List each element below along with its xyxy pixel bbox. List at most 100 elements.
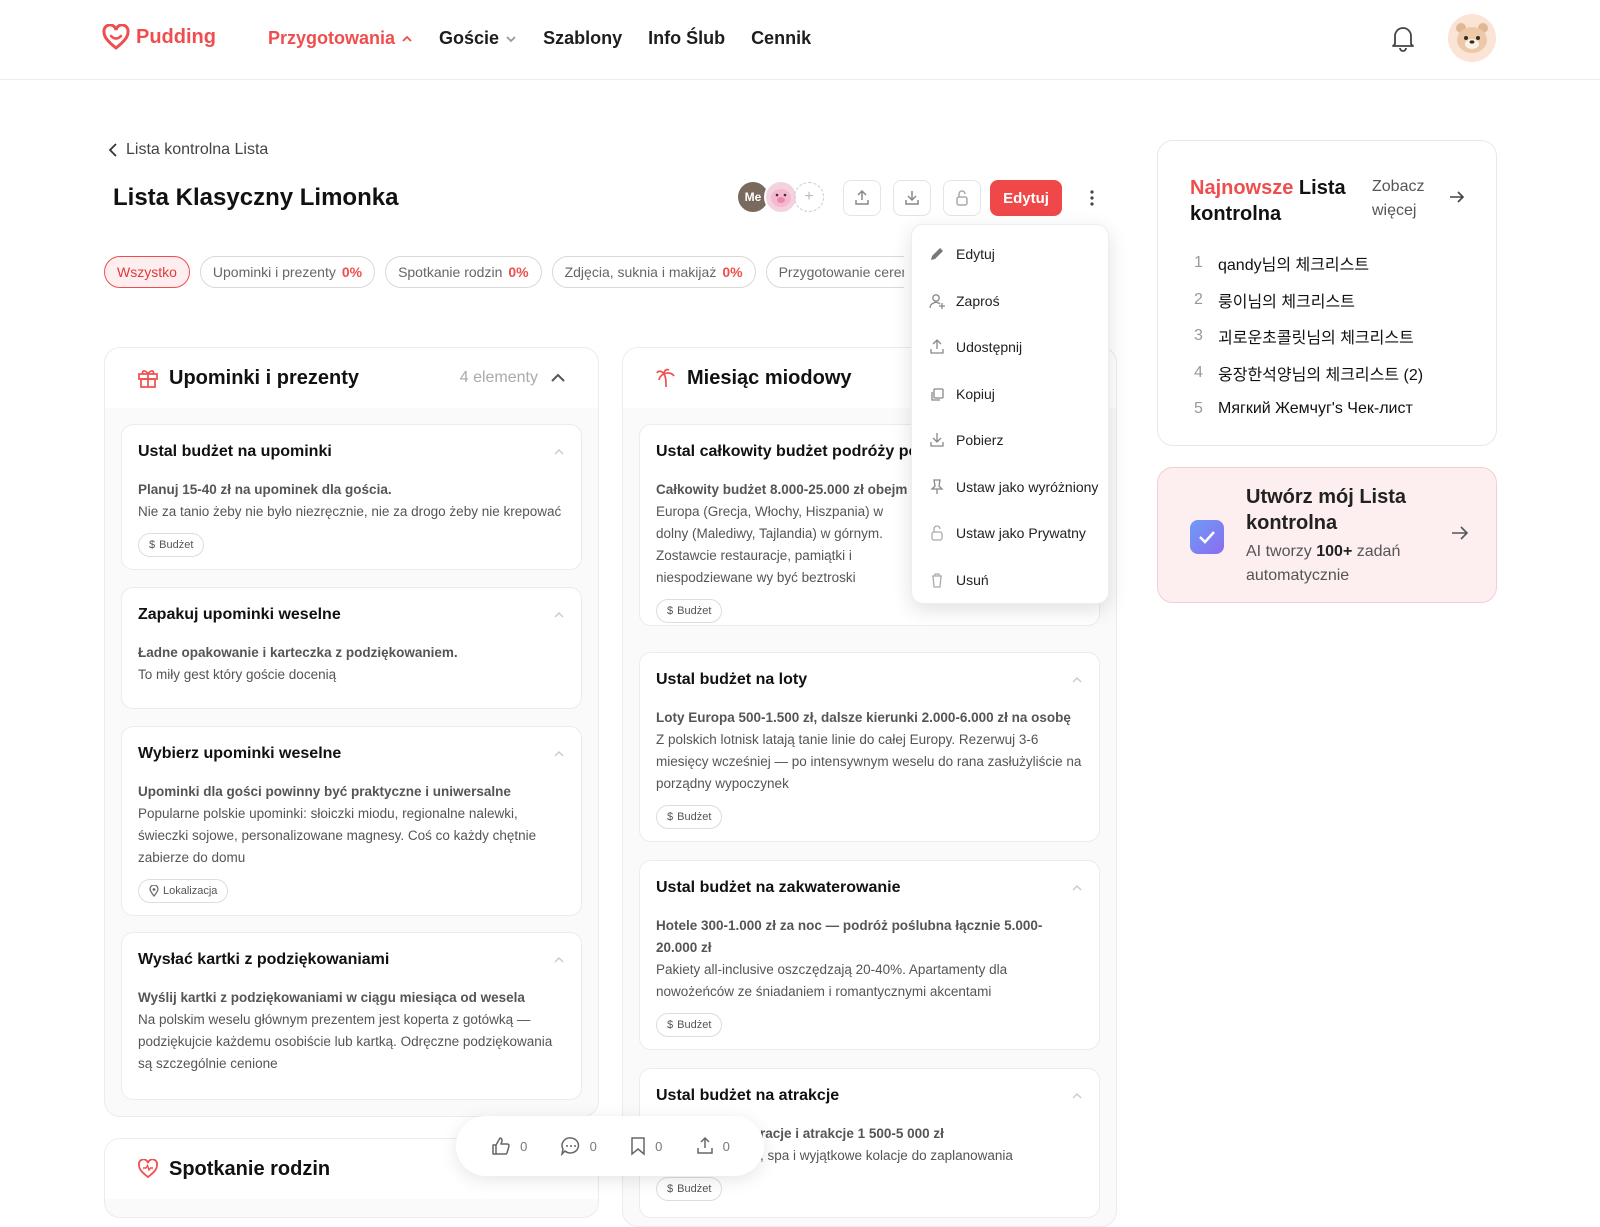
task-title: Ustal budżet na loty bbox=[656, 671, 1083, 689]
user-avatar[interactable] bbox=[1448, 14, 1496, 62]
task-summary: Ładne opakowanie i karteczka z podziękow… bbox=[138, 645, 458, 660]
task-card[interactable]: Ustal budżet na loty Loty Europa 500-1.5… bbox=[639, 652, 1100, 842]
menu-item-label: Kopiuj bbox=[956, 385, 995, 402]
list-item[interactable]: 1 qandy님의 체크리스트 bbox=[1194, 245, 1484, 282]
trash-icon bbox=[928, 571, 946, 589]
chip-zdjecia[interactable]: Zdjęcia, suknia i makijaż 0% bbox=[551, 256, 756, 288]
nav-info-slub[interactable]: Info Ślub bbox=[648, 28, 725, 49]
task-title: Wybierz upominki weselne bbox=[138, 745, 565, 763]
menu-item-feature[interactable]: Ustaw jako wyróżniony bbox=[912, 464, 1108, 511]
list-item[interactable]: 3 괴로운초콜릿님의 체크리스트 bbox=[1194, 318, 1484, 355]
chip-label: Wszystko bbox=[117, 264, 177, 280]
task-card[interactable]: Wybierz upominki weselne Upominki dla go… bbox=[121, 726, 582, 916]
chevron-up-icon[interactable] bbox=[553, 956, 565, 964]
comment-button[interactable]: 0 bbox=[560, 1136, 597, 1156]
chevron-up-icon[interactable] bbox=[1071, 1092, 1083, 1100]
share-button[interactable] bbox=[843, 180, 881, 216]
column-toggle[interactable]: 4 elementy bbox=[460, 369, 566, 387]
pig-avatar-icon bbox=[771, 189, 791, 207]
task-card[interactable]: Zapakuj upominki weselne Ładne opakowani… bbox=[121, 587, 582, 709]
nav-cennik[interactable]: Cennik bbox=[751, 28, 811, 49]
task-title: Ustal budżet na zakwaterowanie bbox=[656, 879, 1083, 897]
nav-szablony[interactable]: Szablony bbox=[543, 28, 622, 49]
task-description: Popularne polskie upominki: słoiczki mio… bbox=[138, 806, 537, 865]
chevron-up-icon[interactable] bbox=[553, 611, 565, 619]
chip-percent: 0% bbox=[341, 264, 363, 280]
tag-budget: $ Budżet bbox=[656, 1177, 723, 1201]
menu-item-copy[interactable]: Kopiuj bbox=[912, 371, 1108, 418]
create-checklist-promo[interactable]: Utwórz mój Lista kontrolna AI tworzy 100… bbox=[1157, 467, 1497, 603]
task-title-text: Ustal budżet na loty bbox=[656, 671, 808, 688]
collaborator-avatar-pig[interactable] bbox=[764, 180, 798, 214]
download-button[interactable] bbox=[893, 180, 931, 216]
task-card[interactable]: Wysłać kartki z podziękowaniami Wyślij k… bbox=[121, 932, 582, 1100]
chip-label: Upominki i prezenty bbox=[212, 264, 336, 280]
edit-button[interactable]: Edytuj bbox=[990, 180, 1062, 216]
menu-item-invite[interactable]: Zaproś bbox=[912, 278, 1108, 325]
chip-percent: 0% bbox=[722, 264, 743, 280]
task-summary: Planuj 15-40 zł na upominek dla gościa. bbox=[138, 482, 392, 497]
see-more-link[interactable]: Zobacz więcej bbox=[1372, 175, 1442, 223]
download-icon bbox=[928, 431, 946, 449]
menu-item-download[interactable]: Pobierz bbox=[912, 417, 1108, 464]
latest-list: 1 qandy님의 체크리스트 2 룽이님의 체크리스트 3 괴로운초콜릿님의 체크리… bbox=[1194, 245, 1484, 428]
menu-item-delete[interactable]: Usuń bbox=[912, 557, 1108, 604]
main-nav: Przygotowania Goście Szablony Info Ślub … bbox=[268, 28, 811, 49]
arrow-right-icon[interactable] bbox=[1448, 189, 1466, 205]
nav-goscie[interactable]: Goście bbox=[439, 28, 517, 49]
item-number: 5 bbox=[1194, 400, 1203, 418]
task-title-text: Ustal całkowity budżet podróży poś bbox=[656, 443, 928, 460]
share-count-button[interactable]: 0 bbox=[695, 1136, 730, 1156]
chip-spotkanie[interactable]: Spotkanie rodzin 0% bbox=[385, 256, 542, 288]
item-number: 4 bbox=[1194, 363, 1203, 381]
dollar-icon: $ bbox=[149, 539, 156, 551]
task-card[interactable]: Ustal budżet na zakwaterowanie Hotele 30… bbox=[639, 860, 1100, 1050]
list-item[interactable]: 5 Мягкий Жемчуг's Чек-лист bbox=[1194, 391, 1484, 428]
dollar-icon: $ bbox=[667, 811, 674, 823]
bookmark-count: 0 bbox=[655, 1138, 663, 1154]
like-button[interactable]: 0 bbox=[490, 1136, 527, 1156]
bear-avatar-icon bbox=[1456, 23, 1488, 53]
user-plus-icon bbox=[928, 292, 946, 310]
menu-item-label: Ustaw jako wyróżniony bbox=[956, 478, 1099, 495]
logo[interactable]: Pudding bbox=[102, 24, 216, 50]
chip-percent: 0% bbox=[508, 264, 529, 280]
menu-item-share[interactable]: Udostępnij bbox=[912, 324, 1108, 371]
column-title: Upominki i prezenty bbox=[169, 366, 360, 389]
chevron-up-icon[interactable] bbox=[1071, 884, 1083, 892]
chip-all[interactable]: Wszystko bbox=[104, 256, 190, 288]
chip-label: Spotkanie rodzin bbox=[398, 264, 503, 280]
panel-title-highlight: Najnowsze bbox=[1190, 177, 1294, 199]
nav-przygotowania[interactable]: Przygotowania bbox=[268, 28, 413, 49]
task-description: Nie za tanio żeby nie było niezręcznie, … bbox=[138, 504, 562, 519]
bookmark-button[interactable]: 0 bbox=[629, 1136, 662, 1156]
dollar-icon: $ bbox=[667, 605, 674, 617]
chevron-up-icon[interactable] bbox=[1071, 676, 1083, 684]
chip-upominki[interactable]: Upominki i prezenty 0% bbox=[199, 256, 376, 288]
task-title: Ustal budżet na atrakcje bbox=[656, 1087, 1083, 1105]
upload-icon bbox=[695, 1136, 715, 1156]
chevron-up-icon[interactable] bbox=[553, 448, 565, 456]
task-card[interactable]: Ustal budżet na upominki Planuj 15-40 zł… bbox=[121, 424, 582, 570]
list-item[interactable]: 2 룽이님의 체크리스트 bbox=[1194, 282, 1484, 319]
heart-icon bbox=[137, 1159, 159, 1179]
tag-label: Budżet bbox=[677, 1183, 712, 1195]
heart-logo-icon bbox=[102, 24, 130, 50]
bell-icon[interactable] bbox=[1390, 24, 1416, 52]
add-collaborator-button[interactable]: + bbox=[794, 182, 824, 212]
list-item[interactable]: 4 웅장한석양님의 체크리스트 (2) bbox=[1194, 355, 1484, 392]
task-title-text: Ustal budżet na atrakcje bbox=[656, 1087, 840, 1104]
checkbox-icon bbox=[1190, 520, 1224, 554]
breadcrumb[interactable]: Lista kontrolna Lista bbox=[108, 141, 268, 159]
menu-item-edit[interactable]: Edytuj bbox=[912, 231, 1108, 278]
privacy-button[interactable] bbox=[943, 180, 981, 216]
menu-item-label: Edytuj bbox=[956, 246, 995, 263]
chevron-up-icon[interactable] bbox=[553, 750, 565, 758]
column-title: Spotkanie rodzin bbox=[169, 1157, 331, 1180]
copy-icon bbox=[928, 385, 946, 403]
menu-item-private[interactable]: Ustaw jako Prywatny bbox=[912, 510, 1108, 557]
chip-ceremonia[interactable]: Przygotowanie ceremonii bbox=[765, 256, 904, 288]
comment-icon bbox=[560, 1136, 582, 1156]
menu-item-label: Pobierz bbox=[956, 432, 1004, 449]
more-options-button[interactable] bbox=[1082, 184, 1102, 212]
